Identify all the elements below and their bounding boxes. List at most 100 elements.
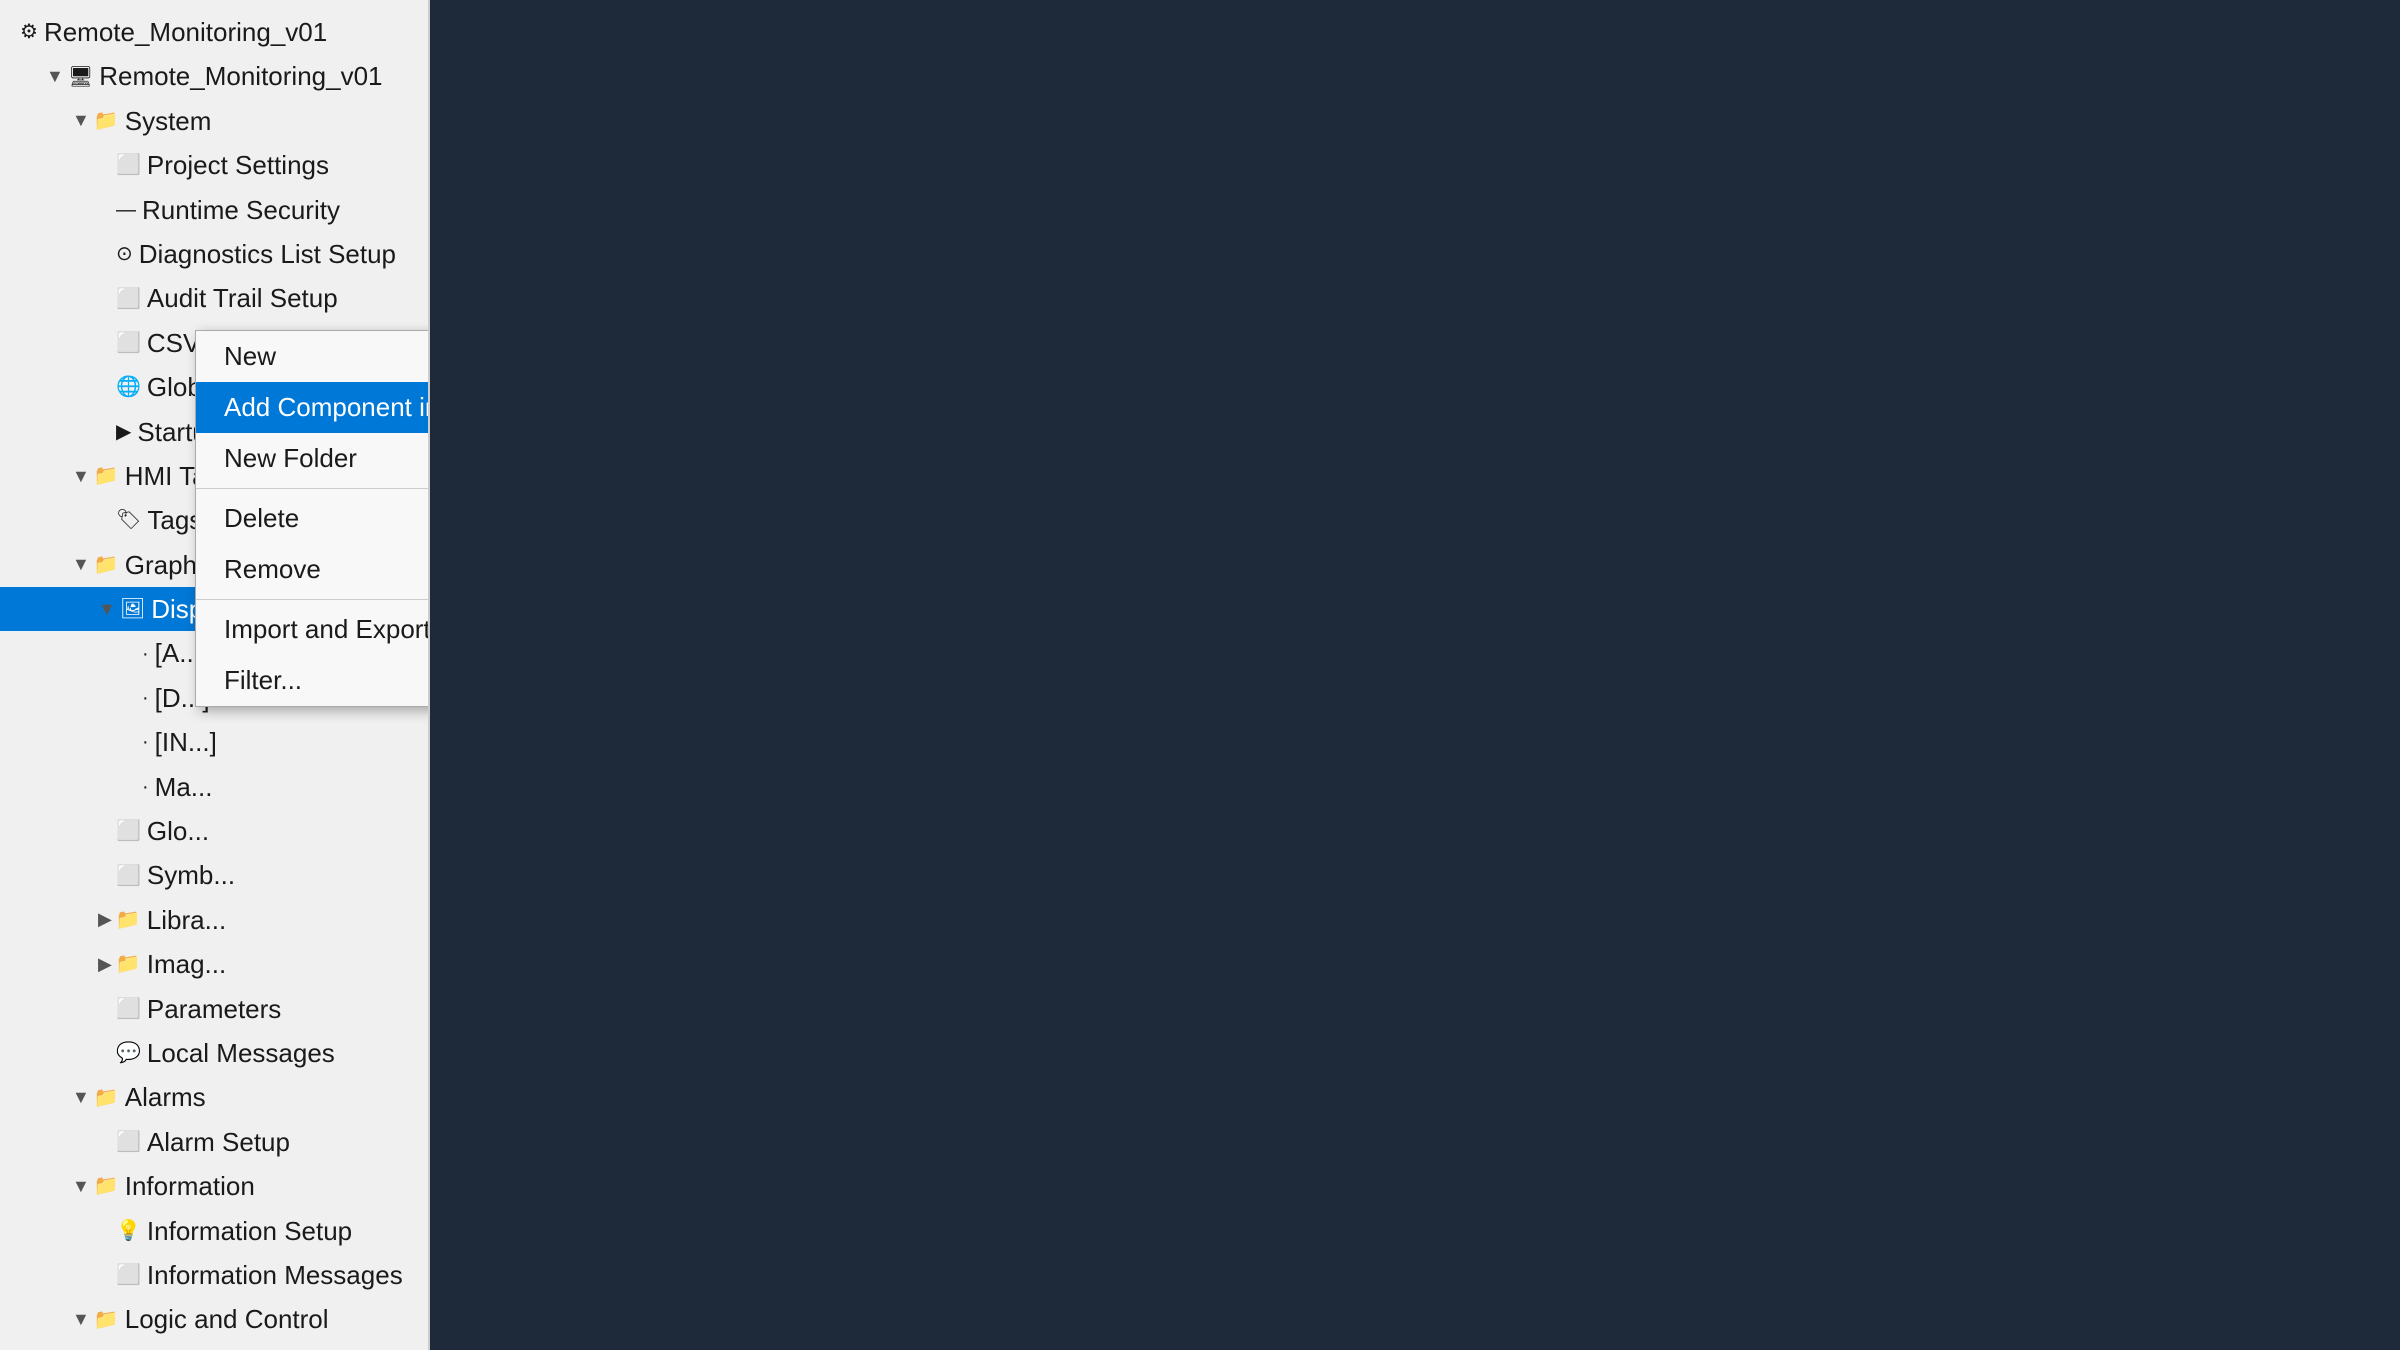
display-in-label: [IN...] <box>155 724 217 760</box>
libraries-label: Libra... <box>147 902 227 938</box>
hmi-tags-icon: 📁 <box>94 462 119 490</box>
tree-global-scripts[interactable]: ⬜ Glo... <box>0 809 428 853</box>
system-label: System <box>125 103 212 139</box>
proj-settings-arrow <box>98 153 112 178</box>
tree-diagnostics[interactable]: ⊙ Diagnostics List Setup <box>0 232 428 276</box>
tags-arrow <box>98 508 112 533</box>
context-menu-delete[interactable]: Delete <box>196 493 430 544</box>
tree-macros[interactable]: ⬜ Macros <box>0 1342 428 1350</box>
root-label: Remote_Monitoring_v01 <box>44 14 327 50</box>
logic-arrow <box>72 1307 90 1332</box>
display-in-arrow <box>124 730 138 755</box>
graphics-arrow <box>72 552 90 577</box>
display-ma-arrow <box>124 774 138 799</box>
main-content <box>430 0 2400 1350</box>
context-menu-new[interactable]: New <box>196 331 430 382</box>
tree-libraries[interactable]: 📁 Libra... <box>0 898 428 942</box>
project-label: Remote_Monitoring_v01 <box>99 58 382 94</box>
display-a-icon: · <box>142 640 149 668</box>
local-msg-label: Local Messages <box>147 1035 335 1071</box>
parameters-icon: ⬜ <box>116 995 141 1023</box>
logic-icon: 📁 <box>94 1306 119 1334</box>
csv-arrow <box>98 330 112 355</box>
alarms-icon: 📁 <box>94 1084 119 1112</box>
info-setup-icon: 💡 <box>116 1217 141 1245</box>
audit-label: Audit Trail Setup <box>147 280 338 316</box>
global-scripts-icon: ⬜ <box>116 817 141 845</box>
symbols-label: Symb... <box>147 857 235 893</box>
alarm-setup-icon: ⬜ <box>116 1128 141 1156</box>
information-folder-icon: 📁 <box>94 1172 119 1200</box>
tree-parameters[interactable]: ⬜ Parameters <box>0 987 428 1031</box>
tree-information[interactable]: 📁 Information <box>0 1164 428 1208</box>
parameters-label: Parameters <box>147 991 281 1027</box>
context-menu-separator-1 <box>196 488 430 489</box>
displays-icon: 🖼 <box>120 595 145 623</box>
context-menu-new-label: New <box>224 341 276 372</box>
graphics-icon: 📁 <box>94 551 119 579</box>
context-menu-filter[interactable]: Filter... <box>196 655 430 706</box>
tree-system[interactable]: 📁 System <box>0 99 428 143</box>
tree-root[interactable]: ⚙ Remote_Monitoring_v01 <box>0 10 428 54</box>
context-menu-add-component[interactable]: Add Component into Project... <box>196 382 430 433</box>
tags-icon: 🏷 <box>116 506 141 534</box>
tree-audit-trail[interactable]: ⬜ Audit Trail Setup <box>0 276 428 320</box>
info-msg-arrow <box>98 1263 112 1288</box>
images-arrow <box>98 952 112 977</box>
diag-icon: ⊙ <box>116 240 133 268</box>
info-msg-icon: ⬜ <box>116 1261 141 1289</box>
tree-symbols[interactable]: ⬜ Symb... <box>0 853 428 897</box>
tree-images[interactable]: 📁 Imag... <box>0 942 428 986</box>
local-msg-arrow <box>98 1041 112 1066</box>
sidebar-panel[interactable]: ⚙ Remote_Monitoring_v01 🖥 Remote_Monitor… <box>0 0 430 1350</box>
symbols-icon: ⬜ <box>116 862 141 890</box>
libraries-icon: 📁 <box>116 906 141 934</box>
tree-runtime-security[interactable]: — Runtime Security <box>0 188 428 232</box>
csv-icon: ⬜ <box>116 329 141 357</box>
runtime-sec-icon: — <box>116 196 136 224</box>
context-menu[interactable]: New Add Component into Project... New Fo… <box>195 330 430 707</box>
global-conn-arrow <box>98 375 112 400</box>
tree-logic-control[interactable]: 📁 Logic and Control <box>0 1297 428 1341</box>
audit-icon: ⬜ <box>116 285 141 313</box>
project-arrow <box>46 64 64 89</box>
info-setup-arrow <box>98 1218 112 1243</box>
tree-local-messages[interactable]: 💬 Local Messages <box>0 1031 428 1075</box>
context-menu-import-export[interactable]: Import and Export... <box>196 604 430 655</box>
info-setup-label: Information Setup <box>147 1213 352 1249</box>
context-menu-delete-label: Delete <box>224 503 299 534</box>
alarms-label: Alarms <box>125 1079 206 1115</box>
context-menu-new-folder[interactable]: New Folder <box>196 433 430 484</box>
tree-alarms[interactable]: 📁 Alarms <box>0 1075 428 1119</box>
tree-display-in[interactable]: · [IN...] <box>0 720 428 764</box>
parameters-arrow <box>98 996 112 1021</box>
tree-project-settings[interactable]: ⬜ Project Settings <box>0 143 428 187</box>
display-in-icon: · <box>142 728 149 756</box>
local-msg-icon: 💬 <box>116 1039 141 1067</box>
context-menu-remove-label: Remove <box>224 554 321 585</box>
tree-information-setup[interactable]: 💡 Information Setup <box>0 1209 428 1253</box>
tree-project[interactable]: 🖥 Remote_Monitoring_v01 <box>0 54 428 98</box>
diag-label: Diagnostics List Setup <box>139 236 396 272</box>
images-icon: 📁 <box>116 950 141 978</box>
info-msg-label: Information Messages <box>147 1257 403 1293</box>
hmi-tags-arrow <box>72 464 90 489</box>
display-a-arrow <box>124 641 138 666</box>
system-arrow <box>72 108 90 133</box>
runtime-sec-arrow <box>98 197 112 222</box>
global-conn-icon: 🌐 <box>116 373 141 401</box>
symbols-arrow <box>98 863 112 888</box>
tree-alarm-setup[interactable]: ⬜ Alarm Setup <box>0 1120 428 1164</box>
system-folder-icon: 📁 <box>94 107 119 135</box>
context-menu-remove[interactable]: Remove <box>196 544 430 595</box>
logic-label: Logic and Control <box>125 1301 329 1337</box>
tree-display-ma[interactable]: · Ma... <box>0 765 428 809</box>
root-icon: ⚙ <box>20 18 38 46</box>
proj-settings-icon: ⬜ <box>116 151 141 179</box>
context-menu-new-folder-label: New Folder <box>224 443 357 474</box>
information-label: Information <box>125 1168 255 1204</box>
tree-information-messages[interactable]: ⬜ Information Messages <box>0 1253 428 1297</box>
display-ma-label: Ma... <box>155 769 213 805</box>
context-menu-filter-label: Filter... <box>224 665 302 696</box>
context-menu-import-export-label: Import and Export... <box>224 614 430 645</box>
